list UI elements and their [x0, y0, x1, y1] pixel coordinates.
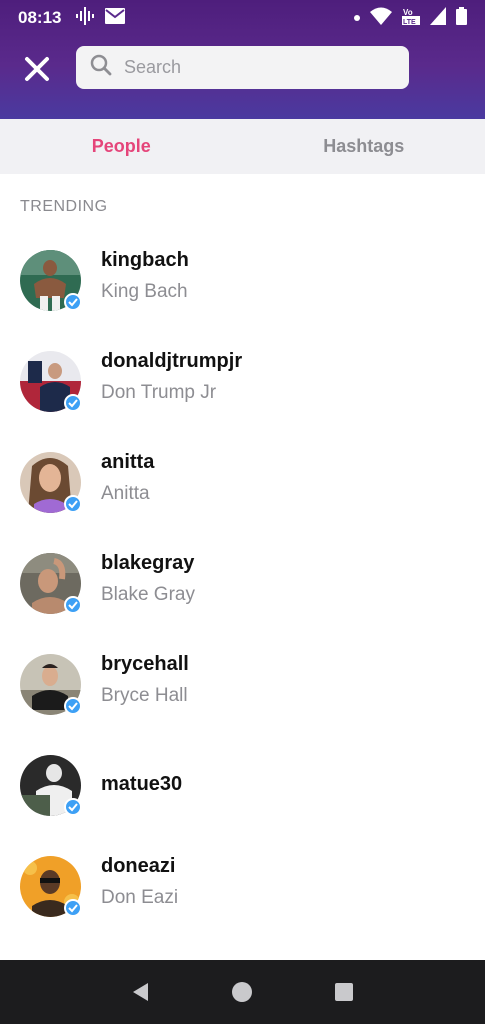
home-button[interactable]	[222, 972, 262, 1012]
wifi-icon	[370, 7, 392, 30]
display-name: Blake Gray	[101, 584, 195, 605]
username: doneazi	[101, 855, 176, 877]
list-item[interactable]: brycehall Bryce Hall	[0, 634, 485, 734]
tab-bar: People Hashtags	[0, 119, 485, 174]
username: matue30	[101, 773, 183, 795]
back-button[interactable]	[121, 972, 161, 1012]
display-name: Don Trump Jr	[101, 382, 217, 403]
verified-badge-icon	[64, 495, 82, 513]
verified-badge-icon	[64, 394, 82, 412]
close-button[interactable]	[20, 52, 54, 86]
volte-icon: Vo LTE	[402, 7, 420, 30]
close-icon	[25, 57, 49, 81]
mail-icon	[105, 7, 126, 29]
verified-badge-icon	[64, 596, 82, 614]
back-triangle-icon	[132, 983, 148, 1001]
list-item[interactable]: donaldjtrumpjr Don Trump Jr	[0, 331, 485, 431]
home-circle-icon	[232, 982, 253, 1002]
battery-icon	[456, 6, 467, 30]
recents-button[interactable]	[324, 972, 364, 1012]
verified-badge-icon	[64, 697, 82, 715]
list-item[interactable]: matue30	[0, 735, 485, 835]
status-bar: 08:13 Vo LTE	[0, 0, 485, 36]
list-item[interactable]: anitta Anitta	[0, 432, 485, 532]
signal-icon	[430, 6, 446, 30]
display-name: Bryce Hall	[101, 685, 188, 706]
tab-people[interactable]: People	[0, 119, 243, 174]
system-nav-bar	[0, 960, 485, 1024]
search-icon	[90, 54, 112, 81]
verified-badge-icon	[64, 899, 82, 917]
tab-hashtags[interactable]: Hashtags	[243, 119, 485, 174]
display-name: King Bach	[101, 281, 188, 302]
search-input[interactable]	[124, 57, 394, 78]
list-item[interactable]: kingbach King Bach	[0, 230, 485, 330]
username: anitta	[101, 451, 155, 473]
display-name: Don Eazi	[101, 887, 179, 908]
recents-square-icon	[335, 983, 354, 1001]
username: donaldjtrumpjr	[101, 350, 243, 372]
list-item[interactable]: blakegray Blake Gray	[0, 533, 485, 633]
list-item[interactable]: doneazi Don Eazi	[0, 836, 485, 936]
status-time: 08:13	[18, 8, 62, 27]
search-bar[interactable]	[76, 46, 409, 89]
svg-text:Vo: Vo	[403, 8, 413, 17]
svg-text:LTE: LTE	[403, 19, 416, 25]
username: blakegray	[101, 552, 195, 574]
username: kingbach	[101, 249, 189, 271]
podcast-icon	[75, 6, 95, 30]
verified-badge-icon	[64, 798, 82, 816]
notification-dot-icon	[354, 15, 360, 21]
display-name: Anitta	[101, 483, 150, 504]
section-label-trending: TRENDING	[20, 198, 108, 215]
username: brycehall	[101, 653, 189, 675]
top-header: 08:13 Vo LTE	[0, 0, 485, 119]
verified-badge-icon	[64, 293, 82, 311]
